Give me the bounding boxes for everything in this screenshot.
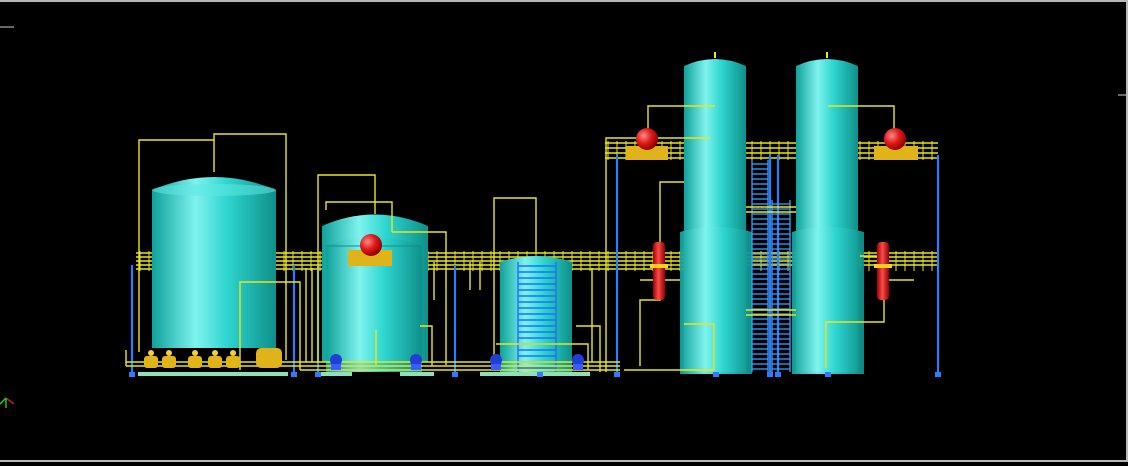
pump-motor: [230, 350, 236, 356]
pump-motor: [166, 350, 172, 356]
cad-viewport[interactable]: [0, 0, 1128, 462]
base-plate: [775, 372, 781, 377]
pump-icon: [256, 348, 282, 368]
base-plate: [291, 372, 297, 377]
pump-base: [491, 364, 501, 370]
pump-base: [331, 364, 341, 370]
storage-tank-1[interactable]: [152, 177, 276, 348]
pump-icon: [208, 356, 222, 368]
base-plate: [713, 372, 719, 377]
valve-icon[interactable]: [874, 128, 918, 160]
cartridge-filter-icon[interactable]: [874, 242, 892, 300]
equipment-bases: [138, 372, 590, 376]
base-plate: [614, 372, 620, 377]
viewport-frame-top: [0, 0, 1128, 2]
pump-icon: [188, 356, 202, 368]
pump-icon: [226, 356, 240, 368]
ucs-axes-icon: [0, 397, 15, 408]
tower-a[interactable]: [680, 52, 752, 374]
pump-skid[interactable]: [144, 348, 282, 368]
base-plate: [767, 372, 773, 377]
pump-motor: [212, 350, 218, 356]
base-plate: [537, 372, 543, 377]
pump-base: [411, 364, 421, 370]
pump-motor: [192, 350, 198, 356]
plant-3d-elevation[interactable]: [0, 0, 1128, 462]
base-plate: [825, 372, 831, 377]
base-plate: [315, 372, 321, 377]
crosshair-tick: [0, 26, 1126, 96]
base-plate: [935, 372, 941, 377]
base-plate: [129, 372, 135, 377]
tower-b[interactable]: [792, 52, 864, 374]
pump-base: [573, 364, 583, 370]
pump-icon: [144, 356, 158, 368]
base-plate: [452, 372, 458, 377]
pump-icon: [162, 356, 176, 368]
pump-motor: [148, 350, 154, 356]
